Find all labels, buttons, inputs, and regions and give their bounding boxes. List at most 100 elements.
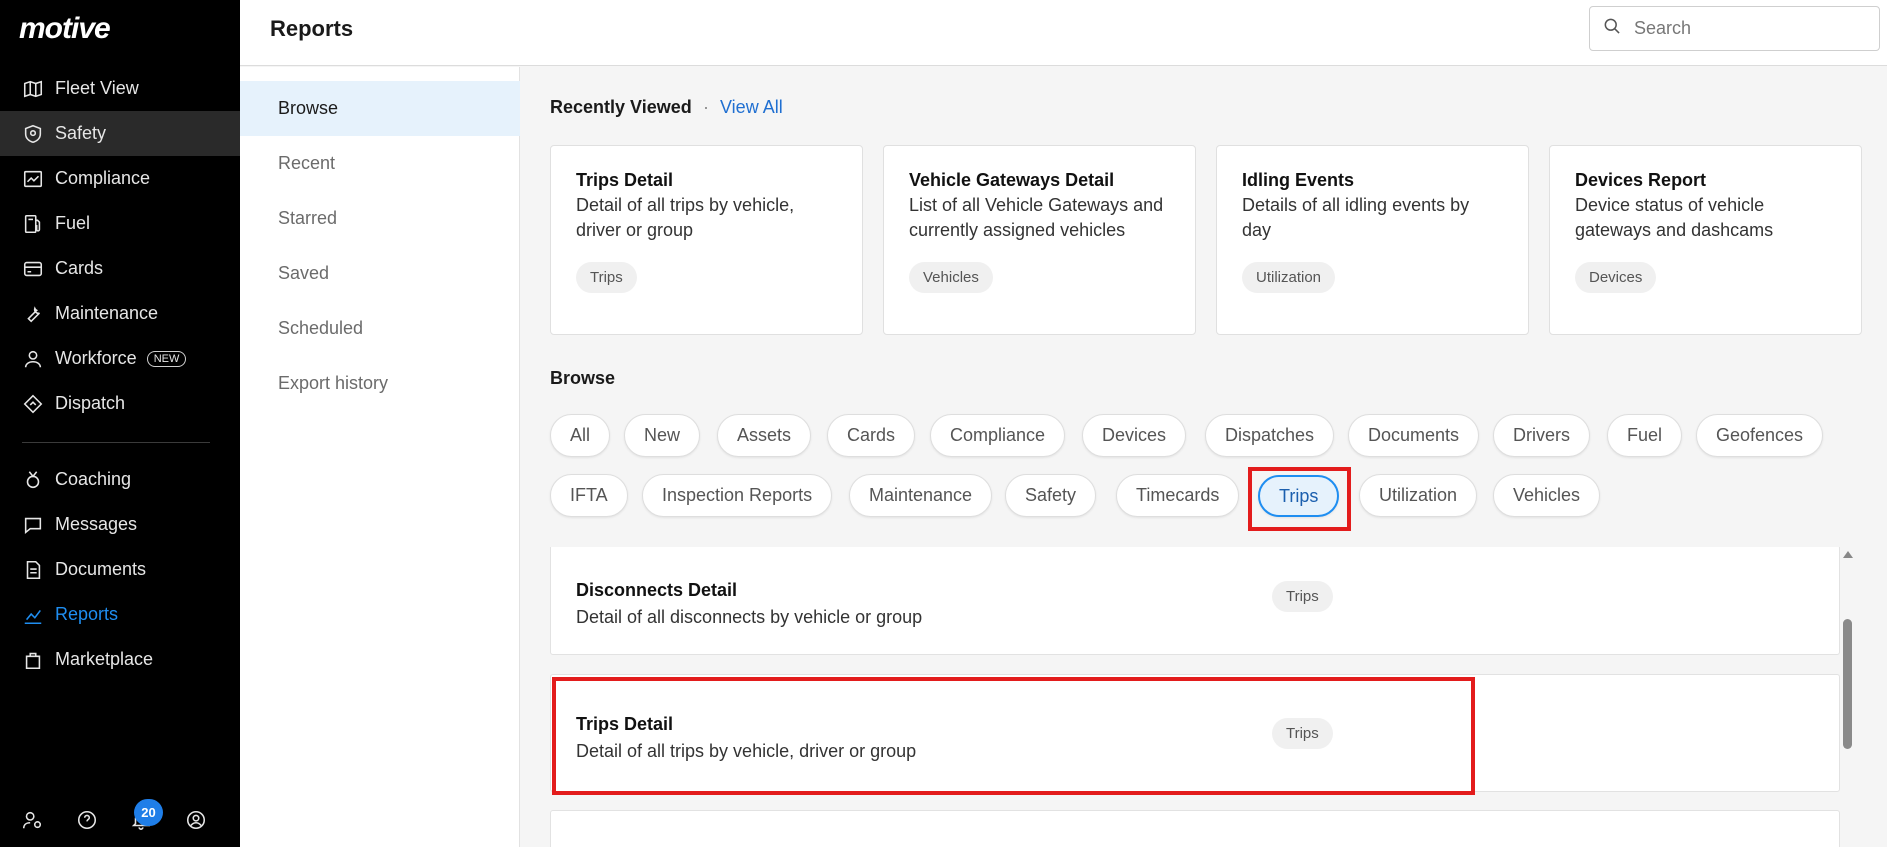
card-title: Vehicle Gateways Detail — [909, 170, 1115, 190]
chat-icon — [22, 514, 44, 536]
person-icon — [22, 348, 44, 370]
account-icon[interactable] — [185, 809, 207, 831]
filter-chip-ifta[interactable]: IFTA — [550, 474, 628, 517]
sidebar-item-label: Safety — [55, 123, 107, 143]
card-description: Device status of vehicle — [1575, 195, 1765, 215]
filter-chip-fuel[interactable]: Fuel — [1607, 414, 1683, 457]
filter-chip-all[interactable]: All — [550, 414, 611, 457]
reports-subnav: Browse Recent Starred Saved Scheduled Ex… — [240, 67, 520, 847]
recent-report-card[interactable]: Devices Report Device status of vehicle … — [1549, 145, 1862, 335]
filter-chip-timecards[interactable]: Timecards — [1116, 474, 1240, 517]
recently-viewed-title: Recently Viewed — [550, 97, 692, 117]
sidebar-item-label: Messages — [55, 514, 138, 534]
card-icon — [22, 258, 44, 280]
filter-chip-geofences[interactable]: Geofences — [1696, 414, 1824, 457]
search-box[interactable] — [1589, 6, 1880, 51]
category-tag: Utilization — [1242, 262, 1336, 293]
subnav-item-browse[interactable]: Browse — [240, 81, 520, 136]
subnav-item-scheduled[interactable]: Scheduled — [240, 301, 520, 356]
recent-report-card[interactable]: Vehicle Gateways Detail List of all Vehi… — [883, 145, 1196, 335]
card-description: driver or group — [576, 220, 694, 240]
filter-chip-maintenance[interactable]: Maintenance — [849, 474, 993, 517]
dispatch-icon — [22, 393, 44, 415]
sidebar-item-label: Fleet View — [55, 78, 139, 98]
filter-chip-vehicles[interactable]: Vehicles — [1493, 474, 1601, 517]
map-icon — [22, 78, 44, 100]
recent-report-card[interactable]: Trips Detail Detail of all trips by vehi… — [550, 145, 863, 335]
filter-chip-cards[interactable]: Cards — [827, 414, 916, 457]
subnav-item-recent[interactable]: Recent — [240, 136, 520, 191]
filter-chip-drivers[interactable]: Drivers — [1493, 414, 1590, 457]
recent-report-card[interactable]: Idling Events Details of all idling even… — [1216, 145, 1529, 335]
sidebar-item-label: Compliance — [55, 168, 151, 188]
card-description: currently assigned vehicles — [909, 220, 1126, 240]
sidebar-item-reports[interactable]: Reports — [0, 592, 240, 637]
filter-chip-documents[interactable]: Documents — [1348, 414, 1480, 457]
sidebar-item-documents[interactable]: Documents — [0, 547, 240, 592]
sidebar: motive Fleet View Safety Compliance Fuel… — [0, 0, 240, 847]
view-all-link[interactable]: View All — [720, 97, 783, 118]
sidebar-item-fuel[interactable]: Fuel — [0, 201, 240, 246]
card-description: Details of all idling events by — [1242, 195, 1470, 215]
scroll-thumb[interactable] — [1843, 619, 1852, 749]
sidebar-item-messages[interactable]: Messages — [0, 502, 240, 547]
sidebar-item-safety[interactable]: Safety — [0, 111, 240, 156]
card-description: List of all Vehicle Gateways and — [909, 195, 1164, 215]
sidebar-item-label: Documents — [55, 559, 147, 579]
sidebar-item-maintenance[interactable]: Maintenance — [0, 291, 240, 336]
category-tag: Devices — [1575, 262, 1657, 293]
help-icon[interactable] — [76, 809, 98, 831]
filter-chip-dispatches[interactable]: Dispatches — [1205, 414, 1335, 457]
search-icon — [1602, 16, 1622, 41]
bag-icon — [22, 649, 44, 671]
search-input[interactable] — [1634, 18, 1864, 39]
compliance-icon — [22, 168, 44, 190]
card-title: Devices Report — [1575, 170, 1707, 190]
category-tag: Trips — [576, 262, 637, 293]
category-tag: Vehicles — [909, 262, 993, 293]
sidebar-item-label: Reports — [55, 604, 119, 624]
sidebar-item-label: Maintenance — [55, 303, 159, 323]
filter-chip-safety[interactable]: Safety — [1005, 474, 1097, 517]
sidebar-item-label: Cards — [55, 258, 104, 278]
coaching-icon — [22, 469, 44, 491]
sidebar-item-label: Fuel — [55, 213, 91, 233]
sidebar-item-fleet-view[interactable]: Fleet View — [0, 66, 240, 111]
sidebar-item-cards[interactable]: Cards — [0, 246, 240, 291]
card-title: Idling Events — [1242, 170, 1355, 190]
sidebar-item-label: Coaching — [55, 469, 132, 489]
filter-chip-assets[interactable]: Assets — [717, 414, 812, 457]
card-description: Detail of all trips by vehicle, — [576, 195, 795, 215]
notification-count-badge: 20 — [134, 799, 163, 826]
filter-chip-devices[interactable]: Devices — [1082, 414, 1187, 457]
card-title: Trips Detail — [576, 170, 674, 190]
document-icon — [22, 559, 44, 581]
card-description: gateways and dashcams — [1575, 220, 1774, 240]
sidebar-item-marketplace[interactable]: Marketplace — [0, 637, 240, 682]
shield-icon — [22, 123, 44, 145]
filter-chip-new[interactable]: New — [624, 414, 701, 457]
new-badge: NEW — [146, 350, 187, 367]
report-title: Disconnects Detail — [576, 580, 738, 600]
wrench-icon — [22, 303, 44, 325]
sidebar-item-coaching[interactable]: Coaching — [0, 457, 240, 502]
motive-logo[interactable]: motive — [19, 12, 111, 46]
subnav-item-starred[interactable]: Starred — [240, 191, 520, 246]
filter-chip-inspection-reports[interactable]: Inspection Reports — [642, 474, 833, 517]
report-row[interactable]: Disconnects Detail Detail of all disconn… — [550, 547, 1840, 655]
filter-chip-compliance[interactable]: Compliance — [930, 414, 1066, 457]
sidebar-item-workforce[interactable]: Workforce NEW — [0, 336, 240, 381]
scrollbar[interactable] — [1841, 547, 1853, 847]
sidebar-item-compliance[interactable]: Compliance — [0, 156, 240, 201]
sidebar-item-dispatch[interactable]: Dispatch — [0, 381, 240, 426]
sidebar-footer — [0, 795, 240, 847]
scroll-up-arrow-icon[interactable] — [1843, 551, 1853, 558]
report-row[interactable] — [550, 810, 1840, 847]
subnav-item-saved[interactable]: Saved — [240, 246, 520, 301]
subnav-item-export-history[interactable]: Export history — [240, 356, 520, 411]
filter-chip-utilization[interactable]: Utilization — [1359, 474, 1478, 517]
user-settings-icon[interactable] — [21, 809, 43, 831]
category-tag: Trips — [1272, 581, 1333, 612]
card-description: day — [1242, 220, 1272, 240]
sidebar-divider — [22, 442, 210, 443]
